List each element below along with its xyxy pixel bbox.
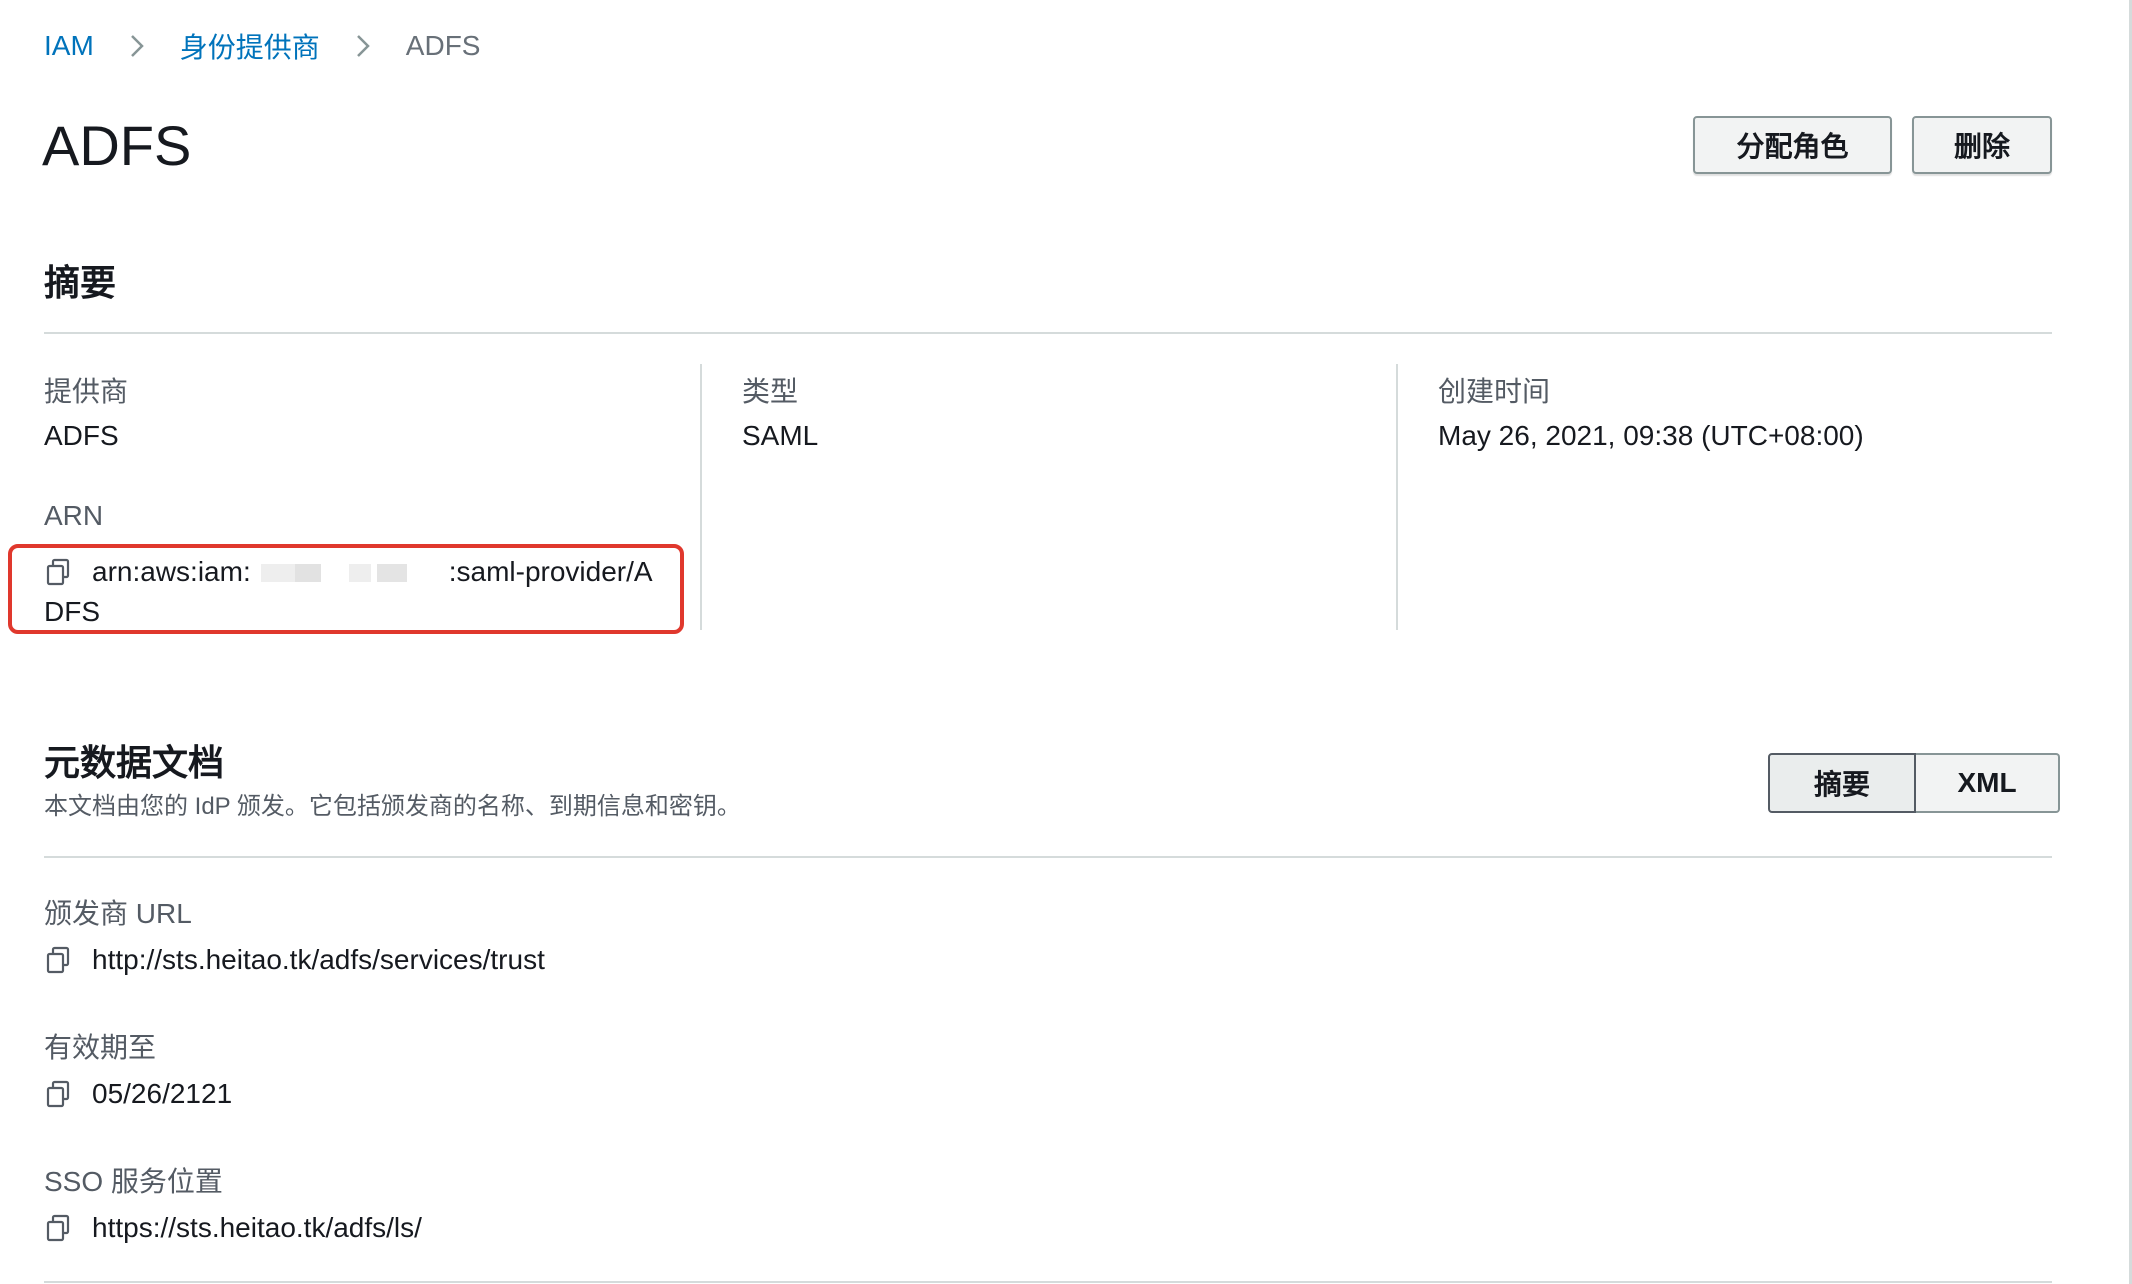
column-separator bbox=[1396, 364, 1398, 630]
arn-label: ARN bbox=[44, 500, 104, 531]
created-label: 创建时间 bbox=[1438, 376, 1551, 407]
page: IAM 身份提供商 ADFS ADFS 分配角色 删除 摘要 提供商 ADFS … bbox=[0, 0, 2132, 1284]
expiry-label: 有效期至 bbox=[44, 1032, 157, 1063]
type-label: 类型 bbox=[742, 376, 799, 407]
issuer-url-row: http://sts.heitao.tk/adfs/services/trust bbox=[44, 944, 545, 976]
chevron-right-icon bbox=[348, 32, 376, 60]
provider-value: ADFS bbox=[44, 420, 119, 451]
bottom-divider bbox=[44, 1281, 2052, 1283]
metadata-divider bbox=[44, 856, 2052, 858]
copy-icon[interactable] bbox=[44, 945, 74, 975]
metadata-description: 本文档由您的 IdP 颁发。它包括颁发商的名称、到期信息和密钥。 bbox=[44, 793, 741, 820]
issuer-url-label: 颁发商 URL bbox=[44, 898, 192, 929]
page-title: ADFS bbox=[42, 114, 192, 177]
sso-location-value: https://sts.heitao.tk/adfs/ls/ bbox=[92, 1212, 422, 1243]
sso-location-row: https://sts.heitao.tk/adfs/ls/ bbox=[44, 1212, 422, 1244]
sso-location-label: SSO 服务位置 bbox=[44, 1166, 223, 1197]
column-separator bbox=[700, 364, 702, 630]
summary-divider bbox=[44, 332, 2052, 334]
arn-highlight-box bbox=[8, 544, 684, 634]
toggle-xml-button[interactable]: XML bbox=[1916, 753, 2060, 813]
chevron-right-icon bbox=[122, 32, 150, 60]
breadcrumb-link-identity-providers[interactable]: 身份提供商 bbox=[180, 26, 320, 66]
metadata-section-title: 元数据文档 bbox=[44, 742, 225, 783]
summary-section-title: 摘要 bbox=[44, 262, 117, 303]
created-value: May 26, 2021, 09:38 (UTC+08:00) bbox=[1438, 420, 1864, 451]
issuer-url-value: http://sts.heitao.tk/adfs/services/trust bbox=[92, 944, 545, 975]
provider-label: 提供商 bbox=[44, 376, 129, 407]
expiry-value: 05/26/2121 bbox=[92, 1078, 233, 1109]
type-value: SAML bbox=[742, 420, 819, 451]
breadcrumb: IAM 身份提供商 ADFS bbox=[44, 26, 480, 66]
breadcrumb-link-iam[interactable]: IAM bbox=[44, 30, 94, 62]
expiry-row: 05/26/2121 bbox=[44, 1078, 232, 1110]
toggle-summary-button[interactable]: 摘要 bbox=[1768, 753, 1916, 813]
breadcrumb-current: ADFS bbox=[405, 30, 481, 61]
delete-button[interactable]: 删除 bbox=[1912, 116, 2052, 174]
copy-icon[interactable] bbox=[44, 1079, 74, 1109]
assign-role-button[interactable]: 分配角色 bbox=[1693, 116, 1892, 174]
copy-icon[interactable] bbox=[44, 1213, 74, 1243]
view-toggle: 摘要 XML bbox=[1768, 753, 2060, 813]
